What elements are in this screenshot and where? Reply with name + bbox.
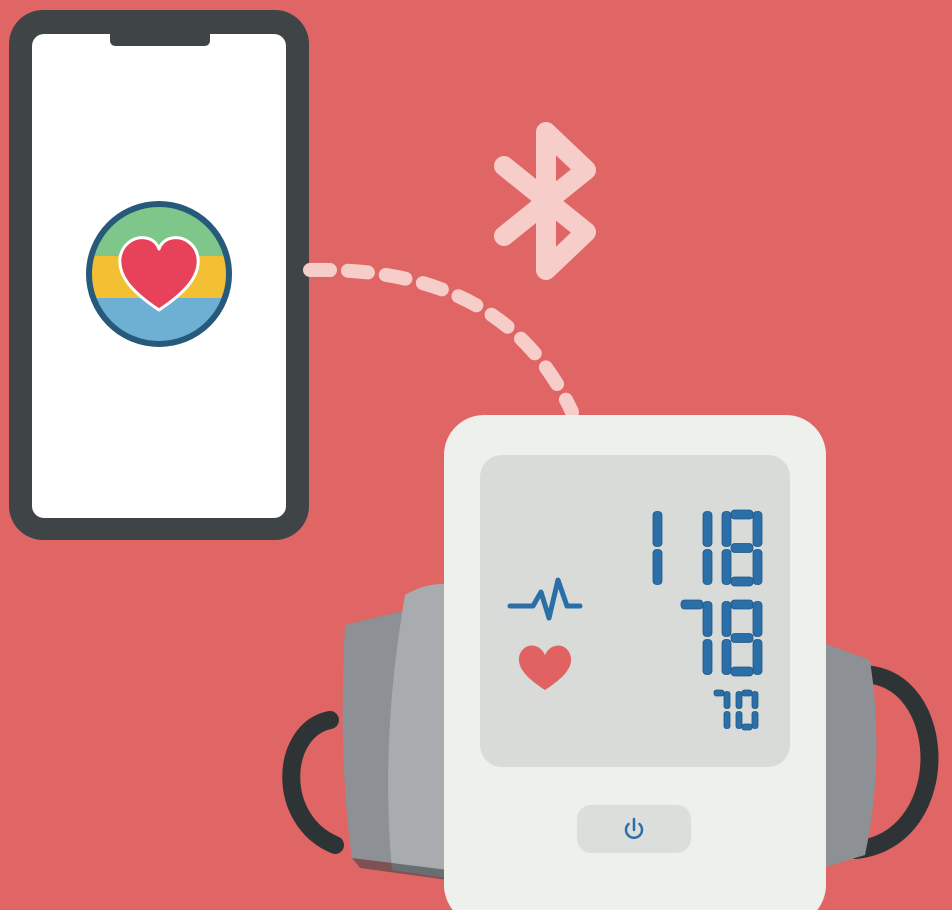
blood-pressure-monitor bbox=[444, 415, 826, 910]
lcd-segment bbox=[730, 543, 754, 553]
lcd-segment bbox=[741, 689, 753, 697]
lcd-segment bbox=[723, 691, 731, 709]
lcd-segment bbox=[652, 549, 663, 585]
lcd-segment bbox=[702, 601, 713, 637]
lcd-segment bbox=[721, 601, 732, 637]
lcd-segment bbox=[752, 601, 763, 637]
power-button[interactable] bbox=[577, 805, 691, 853]
lcd-segment bbox=[702, 639, 713, 675]
lcd-segment bbox=[730, 599, 754, 610]
lcd-segment bbox=[721, 549, 732, 585]
lcd-segment bbox=[713, 689, 725, 697]
lcd-segment bbox=[730, 633, 754, 643]
lcd-segment bbox=[730, 509, 754, 520]
lcd-segment bbox=[735, 711, 743, 729]
lcd-segment bbox=[702, 511, 713, 547]
lcd-segment bbox=[751, 691, 759, 709]
illustration bbox=[0, 0, 952, 910]
lcd-segment bbox=[735, 691, 743, 709]
monitor-display bbox=[480, 455, 790, 767]
lcd-segment bbox=[721, 639, 732, 675]
lcd-segment bbox=[752, 511, 763, 547]
lcd-segment bbox=[723, 711, 731, 729]
lcd-segment bbox=[721, 511, 732, 547]
lcd-segment bbox=[730, 666, 754, 677]
lcd-segment bbox=[752, 639, 763, 675]
lcd-segment bbox=[730, 576, 754, 587]
lcd-segment bbox=[752, 549, 763, 585]
lcd-segment bbox=[652, 511, 663, 547]
smartphone bbox=[9, 10, 309, 540]
lcd-segment bbox=[680, 599, 704, 610]
lcd-segment bbox=[751, 711, 759, 729]
lcd-segment bbox=[741, 723, 753, 731]
phone-notch bbox=[110, 34, 210, 46]
heart-app-icon[interactable] bbox=[86, 201, 232, 348]
lcd-segment bbox=[702, 549, 713, 585]
